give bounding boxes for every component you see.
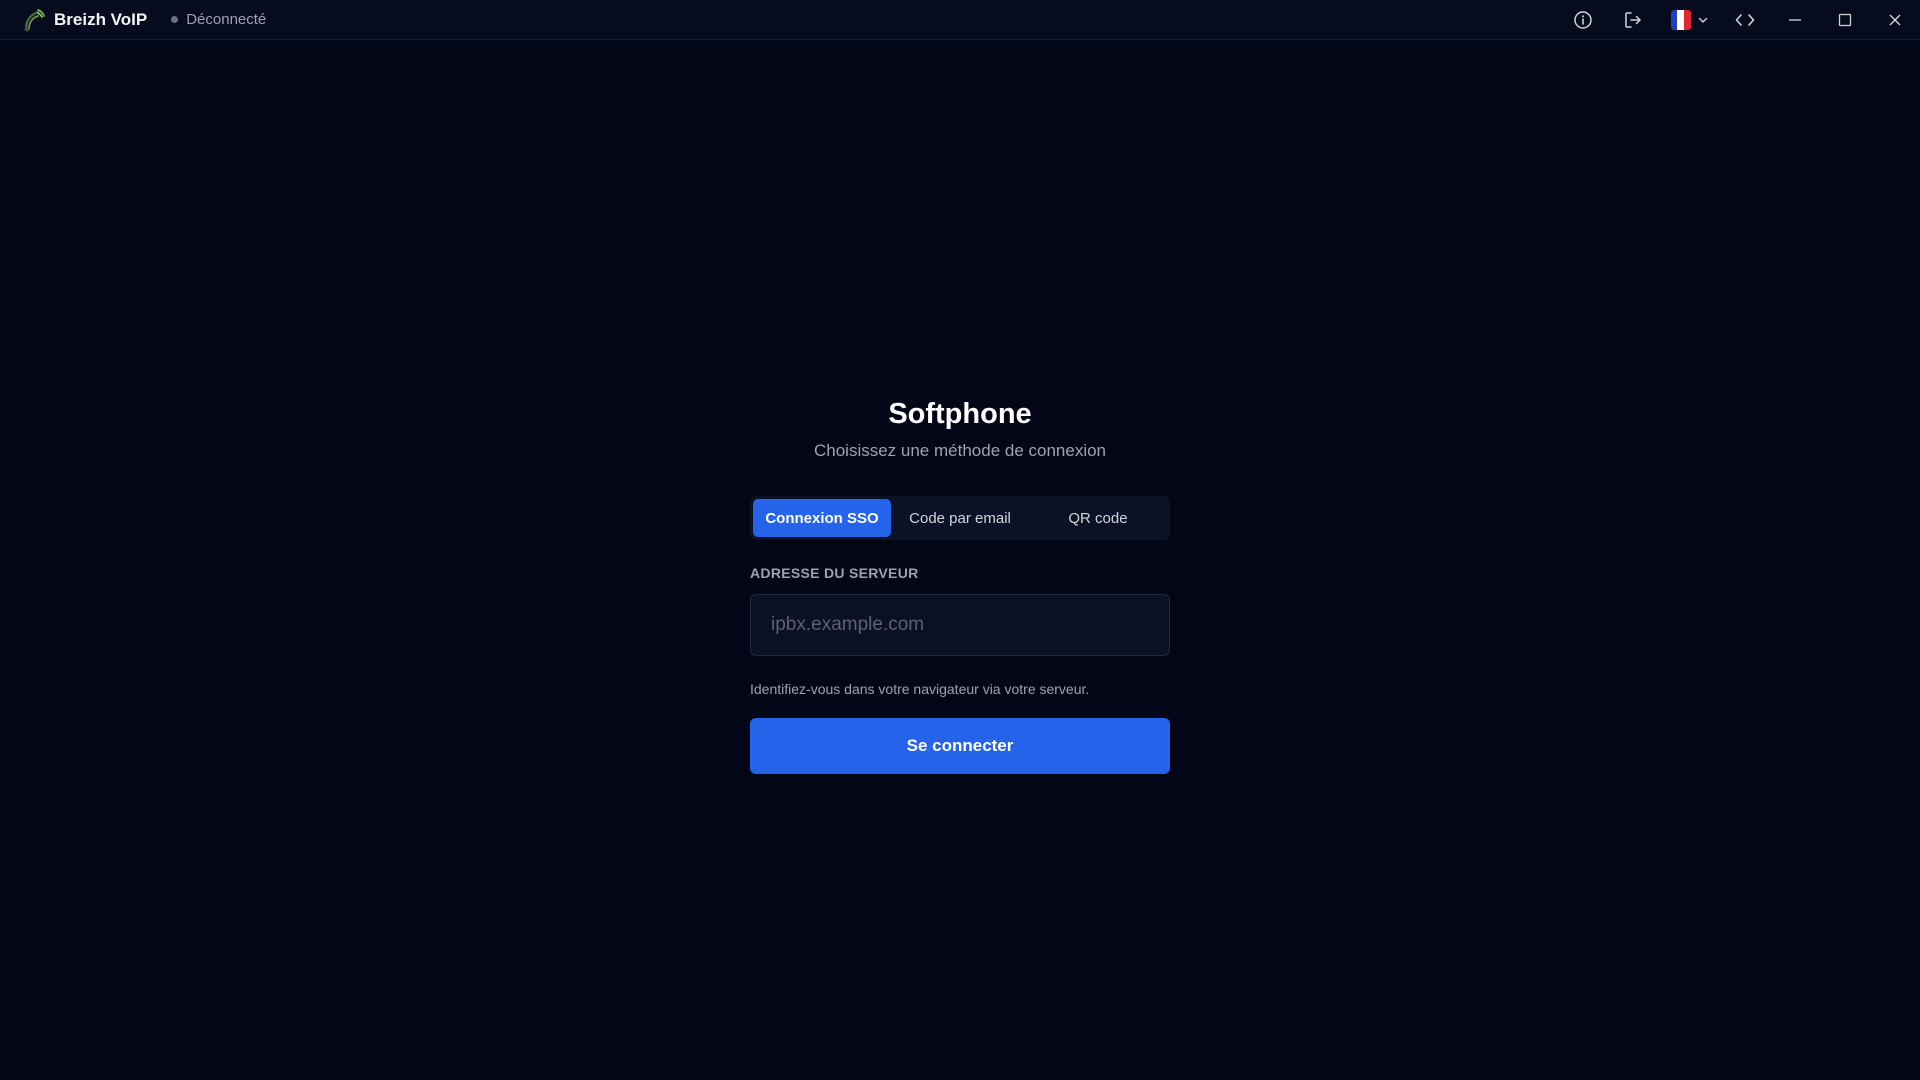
- devtools-button[interactable]: [1720, 0, 1770, 40]
- info-button[interactable]: [1558, 0, 1608, 40]
- status-text: Déconnecté: [186, 11, 267, 28]
- logout-icon: [1625, 12, 1641, 28]
- close-icon: [1889, 14, 1901, 26]
- flag-france-icon: [1670, 10, 1691, 30]
- server-address-label: ADRESSE DU SERVEUR: [750, 565, 919, 581]
- flag-red-stripe: [1683, 10, 1691, 30]
- logout-button[interactable]: [1608, 0, 1658, 40]
- titlebar-actions: [1558, 0, 1920, 40]
- connection-status: Déconnecté: [171, 11, 266, 28]
- tab-email-code[interactable]: Code par email: [891, 499, 1029, 537]
- info-icon: [1574, 11, 1592, 29]
- sso-help-text: Identifiez-vous dans votre navigateur vi…: [750, 681, 1090, 697]
- minimize-button[interactable]: [1770, 0, 1820, 40]
- page-title: Softphone: [888, 398, 1032, 430]
- maximize-button[interactable]: [1820, 0, 1870, 40]
- login-panel: Softphone Choisissez une méthode de conn…: [750, 396, 1170, 774]
- app-brand: Breizh VoIP: [20, 0, 147, 40]
- login-method-tabs: Connexion SSO Code par email QR code: [750, 496, 1170, 540]
- app-name: Breizh VoIP: [54, 9, 148, 29]
- flag-white-stripe: [1677, 10, 1684, 30]
- app-logo-icon: [24, 8, 45, 31]
- status-dot: [171, 16, 179, 23]
- chevron-down-icon: [1698, 17, 1707, 23]
- minimize-icon: [1789, 19, 1801, 21]
- language-selector[interactable]: [1658, 0, 1720, 40]
- connect-button[interactable]: Se connecter: [750, 718, 1170, 774]
- flag-blue-stripe: [1670, 10, 1678, 30]
- tab-sso[interactable]: Connexion SSO: [753, 499, 891, 537]
- server-address-input[interactable]: [750, 594, 1170, 656]
- close-button[interactable]: [1870, 0, 1920, 40]
- maximize-icon: [1838, 13, 1852, 27]
- code-icon: [1735, 14, 1755, 26]
- tab-qr-code[interactable]: QR code: [1029, 499, 1167, 537]
- page-subtitle: Choisissez une méthode de connexion: [813, 441, 1107, 460]
- title-bar: Breizh VoIP Déconnecté: [0, 0, 1920, 40]
